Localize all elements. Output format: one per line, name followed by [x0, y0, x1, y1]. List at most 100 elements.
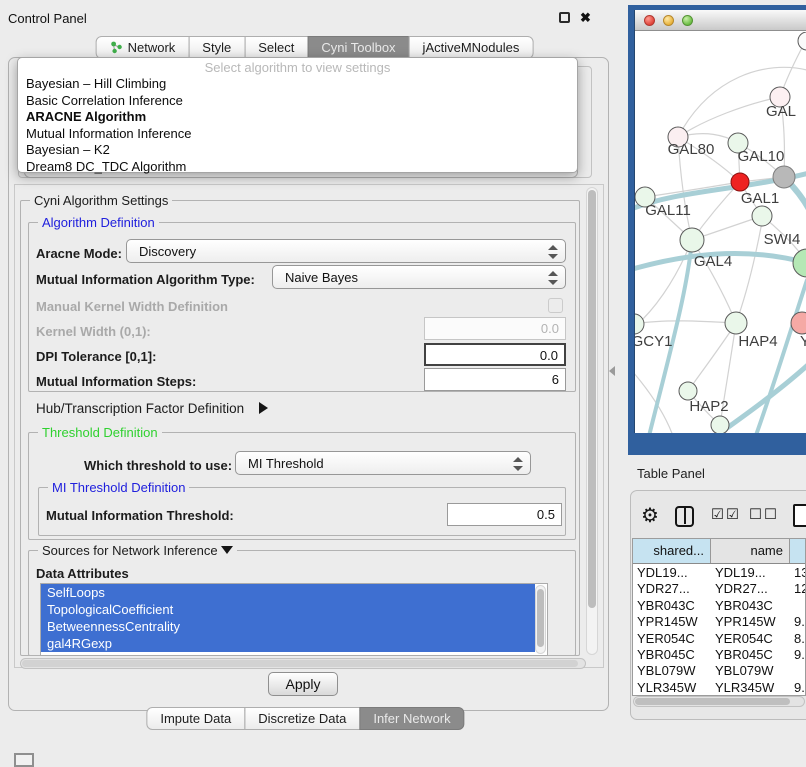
panel-divider-handle[interactable]	[609, 366, 615, 376]
panel-corner-icon[interactable]	[14, 753, 34, 767]
tab-select[interactable]: Select	[244, 36, 308, 59]
close-icon[interactable]: ✖	[580, 10, 591, 26]
hub-definition-expander[interactable]: Hub/Transcription Factor Definition	[36, 400, 268, 418]
network-node-red[interactable]	[731, 173, 749, 191]
cell: YLR345W	[633, 679, 711, 695]
mi-threshold-field[interactable]: 0.5	[447, 503, 562, 526]
settings-hscrollbar[interactable]	[20, 658, 586, 669]
list-scrollbar[interactable]	[535, 585, 546, 654]
tab-network-label: Network	[128, 40, 176, 55]
table-row[interactable]: YBR043CYBR043C	[633, 597, 805, 613]
mi-type-label: Mutual Information Algorithm Type:	[36, 272, 255, 287]
sources-title[interactable]: Sources for Network Inference	[38, 543, 237, 558]
cell: YDR27...	[711, 580, 790, 596]
column-browser-icon[interactable]	[675, 506, 694, 527]
network-node[interactable]	[711, 416, 729, 433]
list-item[interactable]: gal4RGexp	[41, 635, 535, 652]
data-attributes-list[interactable]: SelfLoops TopologicalCoefficient Between…	[40, 583, 548, 656]
table-hscrollbar[interactable]	[633, 696, 805, 707]
mi-type-combobox[interactable]: Naive Bayes	[272, 265, 566, 289]
settings-vscrollbar-thumb[interactable]	[588, 190, 596, 608]
tab-discretize-data[interactable]: Discretize Data	[244, 707, 360, 730]
column-header-shared[interactable]: shared...	[633, 539, 711, 563]
network-node-salmon[interactable]	[791, 312, 806, 334]
tab-style[interactable]: Style	[188, 36, 245, 59]
mi-threshold-label: Mutual Information Threshold:	[46, 508, 234, 523]
table-hscrollbar-thumb[interactable]	[635, 698, 790, 705]
window-zoom-button[interactable]	[682, 15, 693, 26]
tab-network[interactable]: Network	[96, 36, 190, 59]
network-node[interactable]	[793, 249, 806, 277]
cell: YBR045C	[711, 646, 790, 662]
node-label: GAL4	[694, 253, 732, 270]
dropdown-prompt: Select algorithm to view settings	[18, 60, 577, 76]
dropdown-item[interactable]: Bayesian – Hill Climbing	[18, 76, 577, 93]
tab-jactivemnodules-label: jActiveMNodules	[423, 40, 520, 55]
gene-table-header: shared... name	[633, 539, 805, 564]
dropdown-item[interactable]: Mutual Information Inference	[18, 126, 577, 143]
node-label: HAP2	[689, 398, 728, 415]
network-node[interactable]	[635, 314, 644, 334]
table-row[interactable]: YLR345WYLR345W9.	[633, 679, 805, 695]
tab-impute-data[interactable]: Impute Data	[146, 707, 245, 730]
network-node[interactable]	[798, 32, 806, 50]
manual-kernel-checkbox[interactable]	[548, 298, 563, 313]
network-node-gray[interactable]	[773, 166, 795, 188]
tab-select-label: Select	[258, 40, 294, 55]
window-close-button[interactable]	[644, 15, 655, 26]
settings-vscrollbar[interactable]	[586, 187, 598, 655]
float-window-icon[interactable]	[559, 12, 570, 23]
window-minimize-button[interactable]	[663, 15, 674, 26]
cell: YPR145W	[633, 613, 711, 629]
apply-button[interactable]: Apply	[268, 672, 338, 696]
algorithm-definition-title: Algorithm Definition	[38, 215, 159, 230]
list-scrollbar-thumb[interactable]	[537, 589, 544, 647]
table-row[interactable]: YDL19...YDL19...13	[633, 564, 805, 580]
cell: 9.	[790, 646, 805, 662]
network-node[interactable]	[680, 228, 704, 252]
tab-infer-network[interactable]: Infer Network	[359, 707, 464, 730]
dropdown-item[interactable]: Dream8 DC_TDC Algorithm	[18, 159, 577, 176]
table-row[interactable]: YBL079WYBL079W	[633, 662, 805, 678]
table-row[interactable]: YER054CYER054C8.	[633, 630, 805, 646]
manual-kernel-label: Manual Kernel Width Definition	[36, 299, 228, 314]
dropdown-item-selected[interactable]: ARACNE Algorithm	[18, 109, 577, 126]
cell: YER054C	[633, 630, 711, 646]
node-label: HAP4	[738, 333, 777, 350]
node-label: GAL80	[668, 141, 715, 158]
which-threshold-combobox[interactable]: MI Threshold	[235, 451, 531, 475]
dropdown-item[interactable]: Basic Correlation Inference	[18, 93, 577, 110]
list-item[interactable]: SelfLoops	[41, 584, 535, 601]
network-node[interactable]	[752, 206, 772, 226]
table-row[interactable]: YBR045CYBR045C9.	[633, 646, 805, 662]
dpi-tolerance-field[interactable]: 0.0	[424, 343, 566, 366]
which-threshold-value: MI Threshold	[248, 456, 324, 471]
table-row[interactable]: YPR145WYPR145W9.	[633, 613, 805, 629]
mi-steps-field[interactable]: 6	[424, 368, 566, 391]
select-all-checkboxes-icon[interactable]: ☑☑	[711, 507, 741, 523]
deselect-all-checkboxes-icon[interactable]: ☐☐	[749, 507, 779, 523]
list-item[interactable]: TopologicalCoefficient	[41, 601, 535, 618]
dropdown-item[interactable]: Bayesian – K2	[18, 142, 577, 159]
node-label: GCY1	[635, 333, 672, 350]
cell: YLR345W	[711, 679, 790, 695]
column-header-partial[interactable]	[790, 539, 805, 563]
new-table-icon[interactable]	[793, 504, 806, 527]
bottom-tabs: Impute Data Discretize Data Infer Networ…	[147, 707, 464, 730]
kernel-width-field[interactable]: 0.0	[424, 317, 566, 340]
tab-jactivemnodules[interactable]: jActiveMNodules	[409, 36, 534, 59]
tab-infer-network-label: Infer Network	[373, 711, 450, 726]
aracne-mode-combobox[interactable]: Discovery	[126, 239, 566, 263]
list-item[interactable]: BetweennessCentrality	[41, 618, 535, 635]
network-canvas[interactable]: GAL GAL80 GAL10 GAL1 GAL11 SWI4 GAL4 GCY…	[635, 32, 806, 433]
cell	[790, 662, 805, 678]
aracne-mode-value: Discovery	[139, 244, 196, 259]
tab-cyni-toolbox[interactable]: Cyni Toolbox	[307, 36, 409, 59]
network-node[interactable]	[725, 312, 747, 334]
column-header-name[interactable]: name	[711, 539, 790, 563]
network-window-titlebar[interactable]	[635, 10, 806, 31]
gear-icon[interactable]: ⚙	[641, 506, 659, 526]
table-row[interactable]: YDR27...YDR27...12	[633, 580, 805, 596]
kernel-width-label: Kernel Width (0,1):	[36, 324, 151, 339]
settings-hscrollbar-thumb[interactable]	[22, 660, 578, 667]
